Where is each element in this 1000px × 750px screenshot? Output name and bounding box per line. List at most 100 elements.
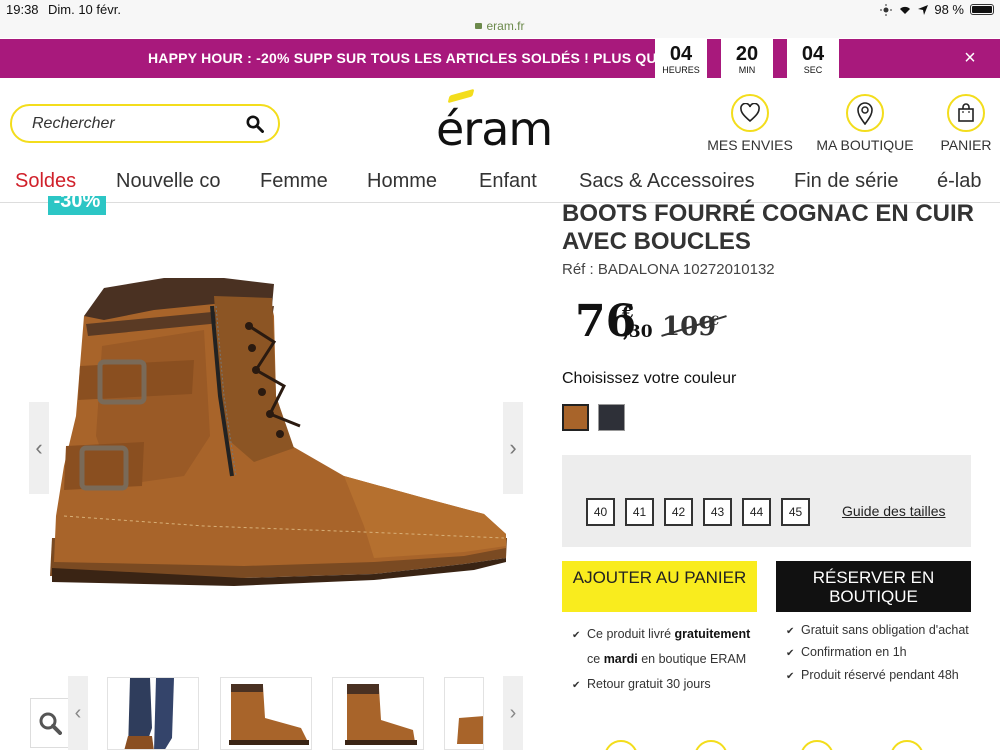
check-icon: ✔	[572, 630, 581, 641]
size-option-43[interactable]: 43	[703, 498, 732, 526]
size-option-45[interactable]: 45	[781, 498, 810, 526]
size-option-42[interactable]: 42	[664, 498, 693, 526]
status-bar: 19:38 Dim. 10 févr. eram.fr 98 %	[0, 0, 1000, 38]
product-reference: Réf : BADALONA 10272010132	[562, 261, 775, 278]
shopping-bag-icon	[958, 103, 974, 122]
lock-icon	[475, 23, 483, 29]
price-cents: ,30	[623, 322, 653, 342]
size-option-41[interactable]: 41	[625, 498, 654, 526]
magnifier-icon	[39, 712, 62, 735]
price-currency: €	[622, 303, 634, 323]
nav-item-femme[interactable]: Femme	[260, 170, 328, 193]
thumbnail-1[interactable]	[107, 677, 199, 750]
search-icon[interactable]	[246, 115, 264, 133]
thumbnail-image-2	[229, 684, 309, 745]
status-indicators: 98 %	[880, 2, 994, 17]
close-icon[interactable]: ×	[961, 48, 979, 68]
countdown-hours: 04 HEURES	[655, 39, 707, 78]
countdown-seconds-label: SEC	[803, 65, 823, 75]
size-option-40[interactable]: 40	[586, 498, 615, 526]
nav-item-soldes[interactable]: Soldes	[15, 170, 76, 193]
cart-label: PANIER	[940, 137, 992, 153]
location-arrow-icon	[918, 4, 929, 15]
delivery-text-1b: gratuitement	[674, 627, 751, 641]
delivery-info-line-3: ✔ Retour gratuit 30 jours	[572, 677, 711, 691]
thumbnail-image-1	[124, 678, 174, 749]
thumbnail-3[interactable]	[332, 677, 424, 750]
status-date: Dim. 10 févr.	[48, 2, 121, 17]
store-label: MA BOUTIQUE	[816, 137, 914, 153]
wishlist-label: MES ENVIES	[707, 137, 793, 153]
reserve-text-1: Gratuit sans obligation d'achat	[801, 623, 969, 637]
delivery-text-2a: ce	[587, 652, 604, 666]
promo-banner: HAPPY HOUR : -20% SUPP SUR TOUS LES ARTI…	[0, 39, 1000, 78]
service-icon-4	[890, 740, 924, 750]
battery-percent: 98 %	[934, 2, 964, 17]
wishlist-button[interactable]: MES ENVIES	[706, 94, 794, 153]
nav-item-sacs-accessoires[interactable]: Sacs & Accessoires	[579, 170, 755, 193]
color-label: Choisissez votre couleur	[562, 370, 737, 387]
shopping-bag-icon-circle	[947, 94, 985, 132]
product-image	[50, 278, 507, 586]
reserve-text-3: Produit réservé pendant 48h	[801, 668, 959, 682]
nav-item-enfant[interactable]: Enfant	[479, 170, 537, 193]
url-bar[interactable]: eram.fr	[0, 19, 1000, 33]
battery-icon	[970, 4, 994, 15]
delivery-text-2c: en boutique ERAM	[637, 652, 747, 666]
heart-icon-circle	[731, 94, 769, 132]
reserve-info-line-2: ✔ Confirmation en 1h	[786, 645, 907, 659]
search-input[interactable]: Rechercher	[10, 104, 280, 143]
status-time: 19:38	[6, 2, 39, 17]
main-nav: Soldes Nouvelle co Femme Homme Enfant Sa…	[0, 165, 1000, 203]
countdown-minutes-label: MIN	[738, 65, 756, 75]
reserve-in-store-button[interactable]: RÉSERVER EN BOUTIQUE	[776, 561, 971, 612]
thumbs-prev-button[interactable]: ‹	[68, 676, 88, 750]
thumbnail-image-3	[345, 684, 417, 745]
delivery-text-2b: mardi	[603, 652, 638, 666]
nav-item-nouvelle-collection[interactable]: Nouvelle co	[116, 170, 221, 193]
service-icon-1	[604, 740, 638, 750]
check-icon: ✔	[786, 626, 795, 637]
nav-item-fin-de-serie[interactable]: Fin de série	[794, 170, 899, 193]
service-icon-3	[800, 740, 834, 750]
countdown-seconds: 04 SEC	[787, 39, 839, 78]
add-to-cart-button[interactable]: AJOUTER AU PANIER	[562, 561, 757, 612]
cart-button[interactable]: PANIER	[938, 94, 994, 153]
delivery-info-line-2: ce mardi en boutique ERAM	[587, 652, 746, 666]
color-swatch-dark[interactable]	[598, 404, 625, 431]
service-icon-2	[694, 740, 728, 750]
thumbs-next-button[interactable]: ›	[503, 676, 523, 750]
check-icon: ✔	[786, 671, 795, 682]
check-icon: ✔	[786, 648, 795, 659]
reserve-info-line-1: ✔ Gratuit sans obligation d'achat	[786, 623, 969, 637]
wifi-icon	[900, 6, 911, 14]
color-swatch-cognac[interactable]	[562, 404, 589, 431]
thumbnail-2[interactable]	[220, 677, 312, 750]
delivery-text-1a: Ce produit livré	[587, 627, 675, 641]
reserve-info-line-3: ✔ Produit réservé pendant 48h	[786, 668, 959, 682]
store-button[interactable]: MA BOUTIQUE	[815, 94, 915, 153]
zoom-button[interactable]	[30, 698, 70, 748]
discount-badge: -30%	[48, 196, 106, 215]
countdown-hours-label: HEURES	[662, 65, 700, 75]
search-placeholder: Rechercher	[32, 115, 115, 132]
reserve-text-2: Confirmation en 1h	[801, 645, 907, 659]
location-pin-icon-circle	[846, 94, 884, 132]
size-option-44[interactable]: 44	[742, 498, 771, 526]
countdown-hours-value: 04	[669, 43, 693, 65]
brightness-icon	[880, 3, 893, 16]
nav-item-e-lab[interactable]: é-lab	[937, 170, 981, 193]
countdown-minutes: 20 MIN	[721, 39, 773, 78]
promo-text: HAPPY HOUR : -20% SUPP SUR TOUS LES ARTI…	[148, 50, 667, 66]
countdown-minutes-value: 20	[735, 43, 759, 65]
size-guide-link[interactable]: Guide des tailles	[842, 503, 946, 519]
delivery-text-3: Retour gratuit 30 jours	[587, 677, 711, 691]
product-title: BOOTS FOURRÉ COGNAC EN CUIR AVEC BOUCLES	[562, 200, 975, 255]
url-text: eram.fr	[486, 19, 525, 33]
location-pin-icon	[857, 102, 873, 125]
thumbnail-4[interactable]	[444, 677, 484, 750]
nav-item-homme[interactable]: Homme	[367, 170, 437, 193]
countdown-seconds-value: 04	[801, 43, 825, 65]
thumbnail-image-4	[457, 716, 483, 744]
eram-logo[interactable]: éram	[436, 88, 566, 156]
